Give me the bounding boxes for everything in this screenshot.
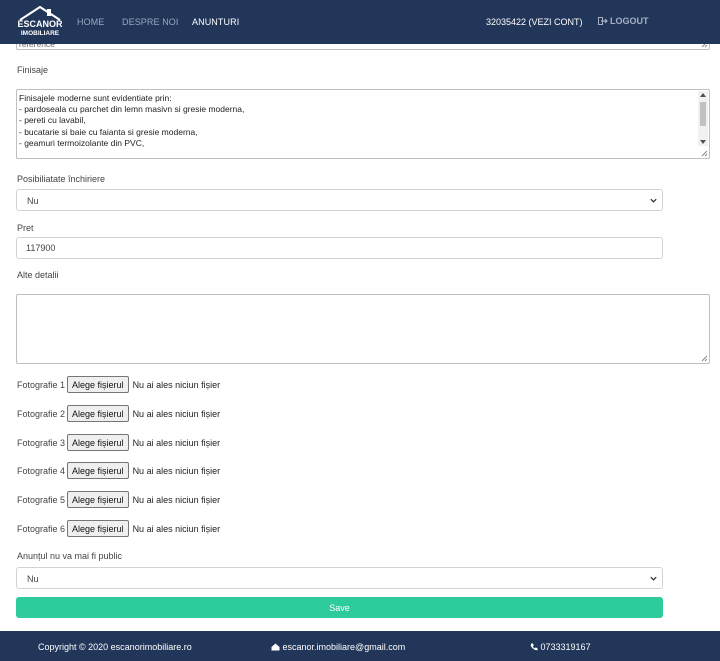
- chevron-down-icon: [650, 576, 657, 581]
- photo-label: Fotografie 6: [17, 523, 66, 534]
- inchiriere-value: Nu: [27, 196, 39, 206]
- inchiriere-label: Posibiliatate închiriere: [17, 174, 106, 184]
- photo-label: Fotografie 4: [17, 465, 66, 476]
- nav-about[interactable]: DESPRE NOI: [122, 17, 179, 27]
- photo-label: Fotografie 5: [17, 494, 66, 505]
- photo-row-5: Fotografie 5 Alege fișierul Nu ai ales n…: [17, 491, 220, 508]
- resize-handle-icon[interactable]: [700, 354, 708, 362]
- pret-label: Pret: [17, 223, 34, 233]
- file-status: Nu ai ales niciun fișier: [132, 379, 221, 390]
- photo-row-6: Fotografie 6 Alege fișierul Nu ai ales n…: [17, 520, 220, 537]
- public-value: Nu: [27, 574, 39, 584]
- photo-row-1: Fotografie 1 Alege fișierul Nu ai ales n…: [17, 376, 220, 393]
- brand-line2: IMOBILIARE: [21, 30, 60, 37]
- file-status: Nu ai ales niciun fișier: [132, 494, 221, 505]
- pret-field[interactable]: [26, 243, 626, 253]
- scroll-up-icon[interactable]: [700, 93, 706, 97]
- photo-label: Fotografie 1: [17, 379, 66, 390]
- logout-label: LOGOUT: [610, 16, 649, 26]
- finisaje-scrollbar[interactable]: [698, 91, 708, 146]
- file-status: Nu ai ales niciun fișier: [132, 523, 221, 534]
- choose-file-button[interactable]: Alege fișierul: [67, 376, 129, 393]
- choose-file-button[interactable]: Alege fișierul: [67, 405, 129, 422]
- footer-phone[interactable]: 0733319167: [530, 642, 591, 652]
- file-status: Nu ai ales niciun fișier: [132, 408, 221, 419]
- phone-icon: [530, 643, 538, 651]
- brand-line1: ESCANOR: [17, 19, 63, 29]
- nav-home[interactable]: HOME: [77, 17, 104, 27]
- alte-detalii-textarea[interactable]: [16, 294, 710, 364]
- finisaje-text: Finisajele moderne sunt evidentiate prin…: [19, 93, 245, 148]
- choose-file-button[interactable]: Alege fișierul: [67, 434, 129, 451]
- logout-button[interactable]: LOGOUT: [598, 16, 649, 26]
- footer-email[interactable]: escanor.imobiliare@gmail.com: [271, 642, 405, 652]
- choose-file-button[interactable]: Alege fișierul: [67, 520, 129, 537]
- photo-row-3: Fotografie 3 Alege fișierul Nu ai ales n…: [17, 434, 220, 451]
- finisaje-textarea[interactable]: Finisajele moderne sunt evidentiate prin…: [16, 89, 710, 159]
- pret-input[interactable]: [16, 237, 663, 259]
- choose-file-button[interactable]: Alege fișierul: [67, 462, 129, 479]
- file-status: Nu ai ales niciun fișier: [132, 437, 221, 448]
- footer-phone-text: 0733319167: [540, 642, 591, 652]
- logout-icon: [598, 17, 608, 25]
- footer-email-text: escanor.imobiliare@gmail.com: [282, 642, 406, 652]
- save-button[interactable]: Save: [16, 597, 663, 618]
- alte-detalii-label: Alte detalii: [17, 270, 59, 280]
- scroll-thumb[interactable]: [700, 102, 706, 126]
- inchiriere-select[interactable]: Nu: [16, 189, 663, 211]
- photo-row-4: Fotografie 4 Alege fișierul Nu ai ales n…: [17, 462, 220, 479]
- nav-account[interactable]: 32035422 (VEZI CONT): [486, 17, 583, 27]
- nav-ads[interactable]: ANUNTURI: [192, 17, 239, 27]
- file-status: Nu ai ales niciun fișier: [132, 465, 221, 476]
- photo-label: Fotografie 2: [17, 408, 66, 419]
- brand-logo[interactable]: ESCANOR IMOBILIARE: [16, 4, 64, 40]
- public-select[interactable]: Nu: [16, 567, 663, 589]
- chevron-down-icon: [650, 198, 657, 203]
- scroll-down-icon[interactable]: [700, 140, 706, 144]
- footer-copyright: Copyright © 2020 escanorimobiliare.ro: [38, 642, 192, 652]
- photo-label: Fotografie 3: [17, 437, 66, 448]
- public-label: Anunțul nu va mai fi public: [17, 551, 123, 561]
- resize-handle-icon[interactable]: [700, 149, 708, 157]
- home-icon: [271, 643, 280, 651]
- navbar: ESCANOR IMOBILIARE HOME DESPRE NOI ANUNT…: [0, 0, 720, 44]
- finisaje-label: Finisaje: [17, 65, 49, 75]
- photo-row-2: Fotografie 2 Alege fișierul Nu ai ales n…: [17, 405, 220, 422]
- footer: Copyright © 2020 escanorimobiliare.ro es…: [0, 631, 720, 661]
- house-logo-icon: ESCANOR IMOBILIARE: [17, 5, 63, 37]
- choose-file-button[interactable]: Alege fișierul: [67, 491, 129, 508]
